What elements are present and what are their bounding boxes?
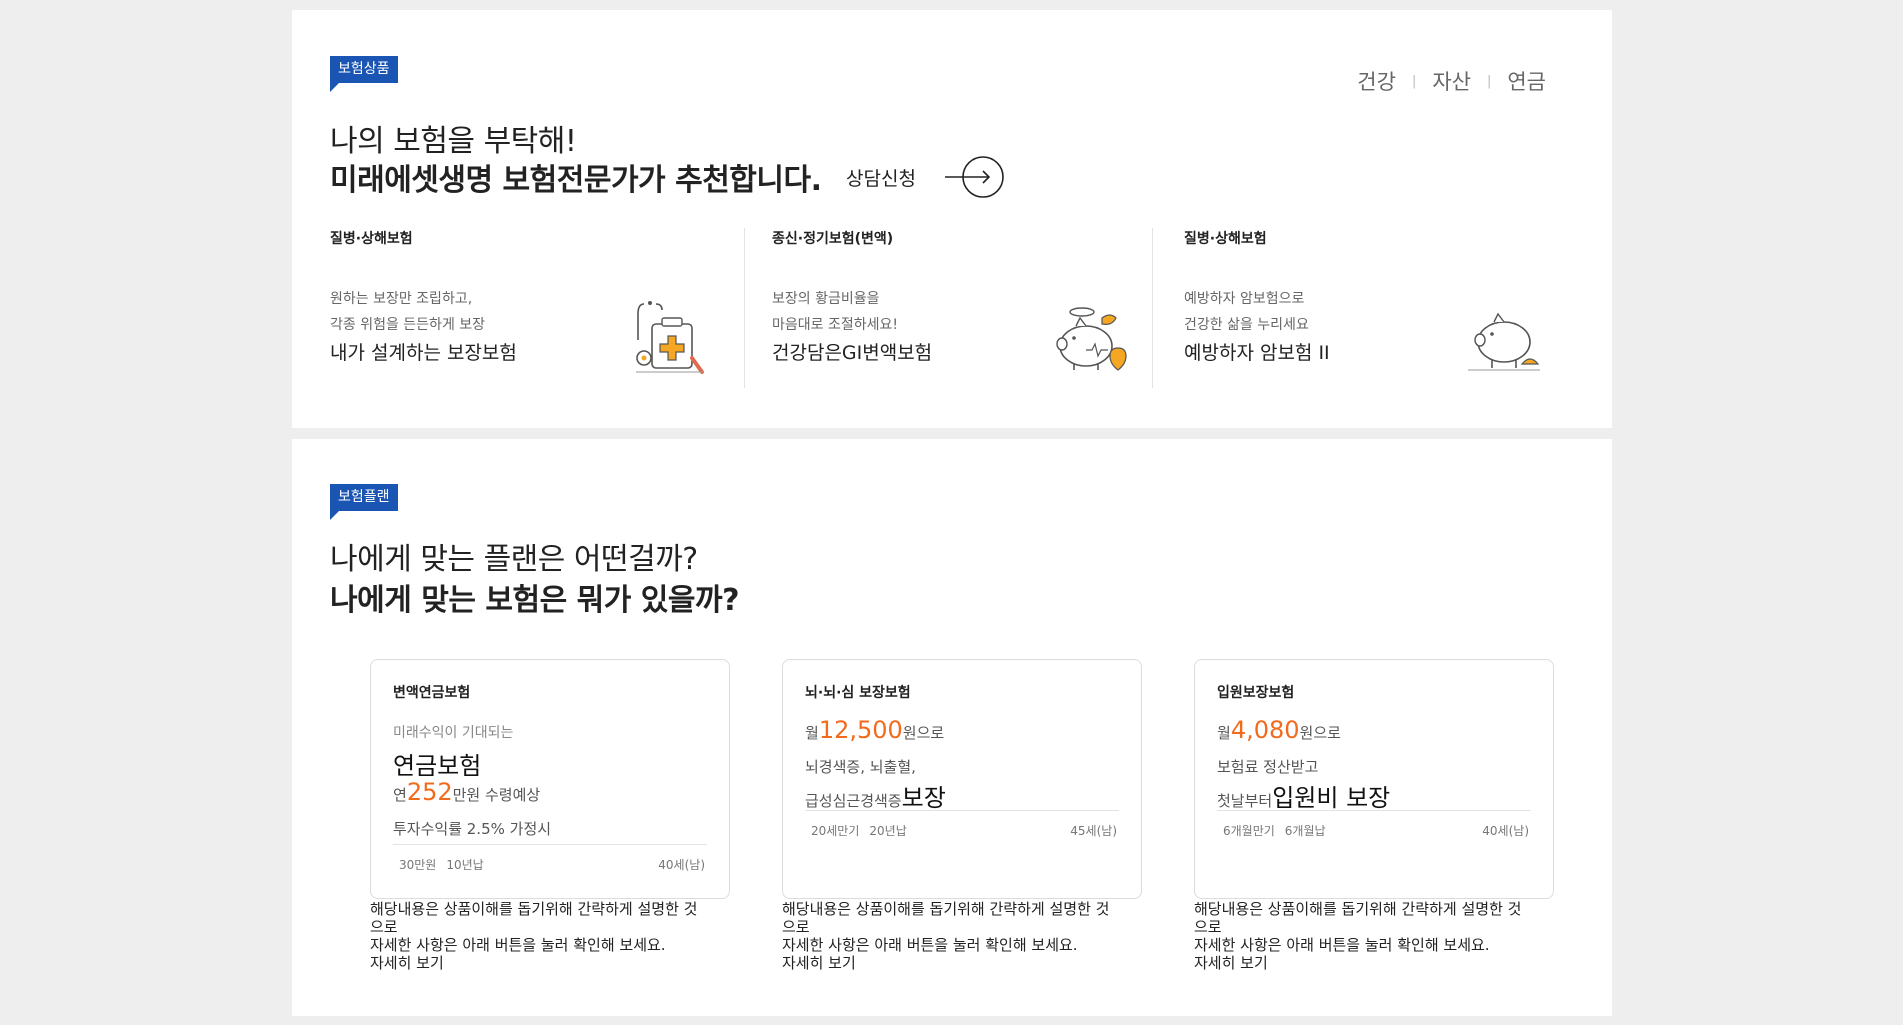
section-tag-plans: 보험플랜 <box>330 484 398 520</box>
plan-amount-line: 월4,080원으로 <box>1217 716 1341 744</box>
plan-meta-age: 45세(남) <box>1070 824 1117 838</box>
tab-assets[interactable]: 자산 <box>1432 66 1471 96</box>
product-card-3[interactable]: 질병·상해보험 예방하자 암보험으로 건강한 삶을 누리세요 예방하자 암보험 … <box>1184 228 1574 388</box>
section-tag-products: 보험상품 <box>330 56 398 92</box>
plan-meta-age: 40세(남) <box>658 858 705 872</box>
plan-note-1: 해당내용은 상품이해를 돕기위해 간략하게 설명한 것으로 자세한 사항은 아래… <box>370 900 710 972</box>
plan-note-3: 해당내용은 상품이해를 돕기위해 간략하게 설명한 것으로 자세한 사항은 아래… <box>1194 900 1534 972</box>
plan-title: 입원보장보험 <box>1217 685 1295 701</box>
plan-card-pension[interactable]: 변액연금보험 미래수익이 기대되는 연금보험 연252만원 수령예상 투자수익률… <box>370 659 730 899</box>
plan-line-3: 급성심근경색증보장 <box>805 784 946 812</box>
tab-separator: | <box>1486 73 1492 89</box>
plan-amount-line: 연252만원 수령예상 <box>393 778 541 806</box>
medical-kit-icon <box>636 301 704 374</box>
products-headline-bold: 미래에셋생명 보험전문가가 추천합니다. <box>330 163 822 198</box>
plan-subtitle: 미래수익이 기대되는 <box>393 725 514 741</box>
product-description: 예방하자 암보험으로 건강한 삶을 누리세요 <box>1184 291 1309 333</box>
plan-title: 변액연금보험 <box>393 685 471 701</box>
plan-amount: 4,080 <box>1230 716 1300 744</box>
plan-line-3: 첫날부터입원비 보장 <box>1217 784 1391 812</box>
arrow-right-circle-icon <box>944 156 1004 198</box>
consult-request-button[interactable]: 상담신청 <box>846 155 1005 199</box>
category-tabs: 건강 | 자산 | 연금 <box>1357 66 1546 96</box>
column-divider <box>744 228 745 388</box>
plan-card-brain-heart[interactable]: 뇌·뇌·심 보장보험 월12,500원으로 뇌경색증, 뇌출혈, 급성심근경색증… <box>782 659 1142 899</box>
insurance-plans-panel: 보험플랜 나에게 맞는 플랜은 어떤걸까? 나에게 맞는 보험은 뭐가 있을까?… <box>292 439 1612 1016</box>
column-divider <box>1152 228 1153 388</box>
tab-health[interactable]: 건강 <box>1357 66 1396 96</box>
view-details-link[interactable]: 자세히 보기 <box>370 954 710 972</box>
plan-amount-line: 월12,500원으로 <box>805 716 945 744</box>
product-name: 내가 설계하는 보장보험 <box>330 342 517 364</box>
product-description: 보장의 황금비율을 마음대로 조절하세요! <box>772 291 898 333</box>
tab-pension[interactable]: 연금 <box>1507 66 1546 96</box>
plan-line-2: 뇌경색증, 뇌출혈, <box>805 758 916 776</box>
plans-headline-bold: 나에게 맞는 보험은 뭐가 있을까? <box>330 583 739 618</box>
plan-meta-age: 40세(남) <box>1482 824 1529 838</box>
plan-meta: 20세만기 20년납 <box>811 824 907 838</box>
piggy-bank-icon <box>1468 312 1540 371</box>
view-details-link[interactable]: 자세히 보기 <box>1194 954 1534 972</box>
plan-amount: 12,500 <box>818 716 903 744</box>
plan-meta: 6개월만기 6개월납 <box>1223 824 1326 838</box>
view-details-link[interactable]: 자세히 보기 <box>782 954 1122 972</box>
product-card-1[interactable]: 질병·상해보험 원하는 보장만 조립하고, 각종 위험을 든든하게 보장 내가 … <box>330 228 730 388</box>
insurance-products-panel: 보험상품 나의 보험을 부탁해! 미래에셋생명 보험전문가가 추천합니다. 상담… <box>292 10 1612 428</box>
product-category: 질병·상해보험 <box>330 231 413 247</box>
product-category: 질병·상해보험 <box>1184 231 1267 247</box>
tab-separator: | <box>1411 73 1417 89</box>
plan-title: 뇌·뇌·심 보장보험 <box>805 685 911 701</box>
plan-line-2: 보험료 정산받고 <box>1217 758 1319 776</box>
piggy-bank-heart-icon <box>1056 307 1127 371</box>
product-card-2[interactable]: 종신·정기보험(변액) 보장의 황금비율을 마음대로 조절하세요! 건강담은GI… <box>772 228 1162 388</box>
plan-divider <box>393 844 707 845</box>
products-headline-light: 나의 보험을 부탁해! <box>330 124 577 159</box>
consult-request-label: 상담신청 <box>846 167 916 190</box>
product-category: 종신·정기보험(변액) <box>772 231 894 247</box>
plan-divider <box>805 810 1119 811</box>
plan-meta: 30만원 10년납 <box>399 858 484 872</box>
plan-divider <box>1217 810 1531 811</box>
plan-assumption: 투자수익률 2.5% 가정시 <box>393 820 552 838</box>
plan-card-hospitalization[interactable]: 입원보장보험 월4,080원으로 보험료 정산받고 첫날부터입원비 보장 6개월… <box>1194 659 1554 899</box>
plans-headline-light: 나에게 맞는 플랜은 어떤걸까? <box>330 542 698 577</box>
plan-note-2: 해당내용은 상품이해를 돕기위해 간략하게 설명한 것으로 자세한 사항은 아래… <box>782 900 1122 972</box>
product-name: 건강담은GI변액보험 <box>772 342 933 364</box>
plan-amount: 252 <box>406 778 453 806</box>
plan-main-text: 연금보험 <box>393 752 482 780</box>
product-description: 원하는 보장만 조립하고, 각종 위험을 든든하게 보장 <box>330 291 486 333</box>
product-name: 예방하자 암보험 II <box>1184 342 1330 364</box>
